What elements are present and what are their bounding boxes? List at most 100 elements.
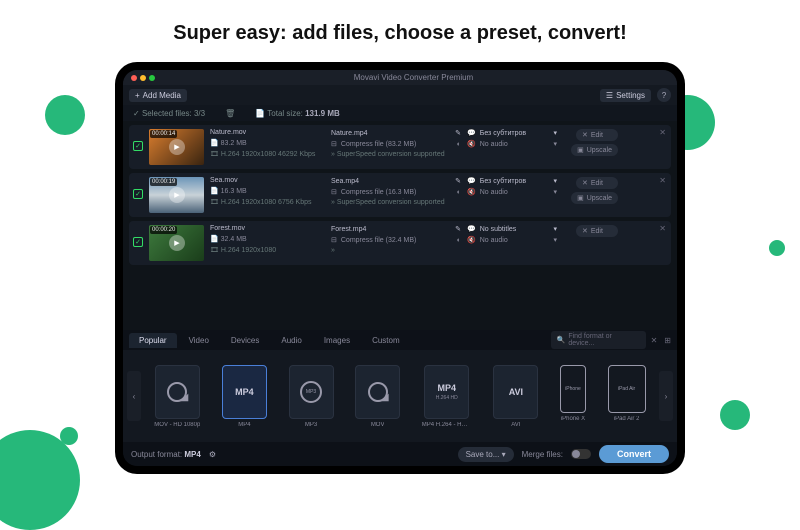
wrench-icon: ✕ — [582, 179, 588, 187]
edit-name-icon[interactable]: ✎ — [455, 225, 461, 233]
preset-label: iPhone X — [561, 416, 585, 422]
preset-avi[interactable]: AVIAVI — [493, 365, 538, 428]
add-media-button[interactable]: +Add Media — [129, 89, 187, 102]
preset-search[interactable]: 🔍Find format or device... — [551, 331, 646, 349]
compress-icon: ⊟ — [331, 188, 337, 196]
help-button[interactable]: ? — [657, 88, 671, 102]
preset-label: iPad Air 2 — [614, 416, 640, 422]
merge-toggle[interactable] — [571, 449, 591, 459]
tab-custom[interactable]: Custom — [362, 333, 410, 348]
preset-label: MP4 — [238, 422, 250, 428]
settings-button[interactable]: ☰Settings — [600, 89, 651, 102]
compress-icon: ⊟ — [331, 140, 337, 148]
remove-file-button[interactable]: ✕ — [659, 224, 666, 233]
checkbox[interactable]: ✓ — [133, 141, 143, 151]
checkbox[interactable]: ✓ — [133, 237, 143, 247]
preset-tabs: PopularVideoDevicesAudioImagesCustom 🔍Fi… — [123, 330, 677, 350]
edit-name-icon[interactable]: ✎ — [455, 129, 461, 137]
src-filename: Nature.mov — [210, 129, 325, 136]
audio-icon: 🔇 — [467, 140, 476, 148]
audio-icon: 🔇 — [467, 188, 476, 196]
src-filename: Sea.mov — [210, 177, 325, 184]
compress-info[interactable]: Compress file (16.3 MB) — [341, 189, 416, 196]
out-filename: Sea.mp4 — [331, 178, 359, 185]
subs-icon: 💬 — [467, 129, 476, 137]
file-row[interactable]: ✓ 00:00:14 ▶ Nature.mov 📄 83.2 MB 🎞 H.26… — [129, 125, 671, 169]
search-icon: 🔍 — [557, 336, 566, 344]
page-headline: Super easy: add files, choose a preset, … — [0, 0, 800, 45]
preset-mp4-h-264-hd-7-[interactable]: MP4H.264 HDMP4 H.264 - HD 7... — [422, 365, 472, 428]
edit-name-icon[interactable]: ✎ — [455, 177, 461, 185]
total-size: 📄 Total size: 131.9 MB — [255, 109, 340, 118]
preset-mp3[interactable]: MP3MP3 — [289, 365, 334, 428]
file-row[interactable]: ✓ 00:00:19 ▶ Sea.mov 📄 16.3 MB 🎞 H.264 1… — [129, 173, 671, 217]
upscale-button[interactable]: ▣ Upscale — [571, 144, 618, 156]
src-size: 📄 32.4 MB — [210, 235, 325, 243]
subs-dropdown[interactable]: Без субтитров — [480, 178, 526, 185]
preset-prev-button[interactable]: ‹ — [127, 371, 141, 421]
play-icon[interactable]: ▶ — [169, 139, 185, 155]
upscale-button[interactable]: ▣ Upscale — [571, 192, 618, 204]
zoom-dot[interactable] — [149, 75, 155, 81]
output-format-label: Output format: MP4 — [131, 450, 201, 459]
remove-file-button[interactable]: ✕ — [659, 176, 666, 185]
tab-devices[interactable]: Devices — [221, 333, 269, 348]
subs-icon: 💬 — [467, 177, 476, 185]
play-icon[interactable]: ▶ — [169, 187, 185, 203]
preset-grid-icon[interactable]: ⊞ — [664, 336, 671, 345]
src-codec: 🎞 H.264 1920x1080 — [210, 246, 325, 254]
tab-popular[interactable]: Popular — [129, 333, 177, 348]
wrench-icon: ✕ — [582, 227, 588, 235]
preset-mp4[interactable]: MP4MP4 — [222, 365, 267, 428]
out-filename: Forest.mp4 — [331, 226, 366, 233]
question-icon: ? — [662, 91, 666, 100]
tab-audio[interactable]: Audio — [271, 333, 311, 348]
audio-dropdown[interactable]: No audio — [480, 141, 508, 148]
audio-dropdown[interactable]: No audio — [480, 237, 508, 244]
preset-mov[interactable]: ◢MOV — [355, 365, 400, 428]
edit-button[interactable]: ✕ Edit — [576, 177, 618, 189]
compress-info[interactable]: Compress file (83.2 MB) — [341, 141, 416, 148]
subs-icon: 💬 — [467, 225, 476, 233]
trash-icon[interactable]: 🗑 — [225, 109, 235, 118]
edit-button[interactable]: ✕ Edit — [576, 129, 618, 141]
thumbnail[interactable]: 00:00:19 ▶ — [149, 177, 204, 213]
wrench-icon: ✕ — [582, 131, 588, 139]
thumbnail[interactable]: 00:00:14 ▶ — [149, 129, 204, 165]
compress-info[interactable]: Compress file (32.4 MB) — [341, 237, 416, 244]
tab-images[interactable]: Images — [314, 333, 360, 348]
output-settings-icon[interactable]: ⚙ — [209, 450, 216, 459]
src-size: 📄 16.3 MB — [210, 187, 325, 195]
play-icon[interactable]: ▶ — [169, 235, 185, 251]
audio-icon: 🔇 — [467, 236, 476, 244]
close-dot[interactable] — [131, 75, 137, 81]
preset-mov-hd-1080p[interactable]: ◢MOV - HD 1080p — [154, 365, 200, 428]
file-list: ✓ 00:00:14 ▶ Nature.mov 📄 83.2 MB 🎞 H.26… — [123, 121, 677, 330]
tab-video[interactable]: Video — [179, 333, 219, 348]
duration-badge: 00:00:14 — [150, 130, 177, 138]
selected-count: ✓ Selected files: 3/3 — [133, 109, 205, 118]
superspeed-note: » SuperSpeed conversion supported — [331, 151, 461, 158]
src-filename: Forest.mov — [210, 225, 325, 232]
sliders-icon: ☰ — [606, 91, 613, 100]
subs-dropdown[interactable]: No subtitles — [480, 226, 517, 233]
out-filename: Nature.mp4 — [331, 130, 368, 137]
convert-button[interactable]: Convert — [599, 445, 669, 463]
checkbox[interactable]: ✓ — [133, 189, 143, 199]
subs-dropdown[interactable]: Без субтитров — [480, 130, 526, 137]
preset-label: MOV - HD 1080p — [154, 422, 200, 428]
minimize-dot[interactable] — [140, 75, 146, 81]
audio-dropdown[interactable]: No audio — [480, 189, 508, 196]
superspeed-note: » — [331, 247, 461, 254]
preset-label: MP4 H.264 - HD 7... — [422, 422, 472, 428]
thumbnail[interactable]: 00:00:20 ▶ — [149, 225, 204, 261]
preset-iphone-x[interactable]: iPhoneiPhone X — [560, 365, 586, 428]
preset-label: MOV — [371, 422, 385, 428]
file-row[interactable]: ✓ 00:00:20 ▶ Forest.mov 📄 32.4 MB 🎞 H.26… — [129, 221, 671, 265]
preset-next-button[interactable]: › — [659, 371, 673, 421]
search-close-icon[interactable]: ✕ — [651, 336, 658, 345]
edit-button[interactable]: ✕ Edit — [576, 225, 618, 237]
preset-ipad-air-2[interactable]: iPad AiriPad Air 2 — [608, 365, 646, 428]
save-to-button[interactable]: Save to... ▾ — [458, 447, 514, 462]
remove-file-button[interactable]: ✕ — [659, 128, 666, 137]
